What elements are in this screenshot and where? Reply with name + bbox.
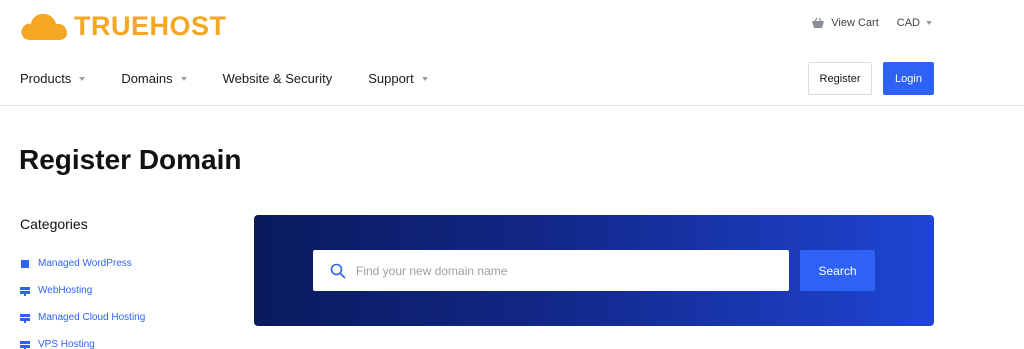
page-title: Register Domain — [19, 144, 242, 175]
category-label: Managed WordPress — [38, 258, 132, 269]
category-item-managed-wordpress[interactable]: Managed WordPress — [20, 250, 145, 277]
top-header: TRUEHOST View Cart CAD Products Domains … — [0, 0, 1024, 106]
category-label: Managed Cloud Hosting — [38, 312, 146, 323]
nav-item-website-security[interactable]: Website & Security — [223, 71, 333, 86]
nav-item-domains[interactable]: Domains — [121, 71, 187, 86]
nav-item-label: Support — [368, 71, 414, 86]
nav-item-label: Website & Security — [222, 71, 333, 86]
category-label: WebHosting — [38, 285, 93, 296]
brand-logo[interactable]: TRUEHOST — [19, 8, 227, 44]
main-nav: Products Domains Website & Security Supp… — [20, 71, 464, 86]
categories-list: Managed WordPress WebHosting Managed Clo… — [20, 250, 145, 349]
domain-search-panel: Search — [254, 215, 934, 326]
login-button[interactable]: Login — [883, 62, 934, 95]
register-button[interactable]: Register — [808, 62, 872, 95]
search-button[interactable]: Search — [800, 250, 875, 291]
currency-selector[interactable]: CAD — [897, 17, 932, 29]
server-icon — [20, 313, 30, 323]
chevron-down-icon — [926, 21, 932, 25]
box-icon — [20, 259, 30, 269]
nav-item-support[interactable]: Support — [368, 71, 428, 86]
view-cart-label: View Cart — [831, 17, 879, 29]
top-utility-bar: View Cart CAD — [811, 17, 932, 29]
category-label: VPS Hosting — [38, 339, 95, 349]
nav-item-label: Products — [20, 71, 72, 86]
server-icon — [20, 340, 30, 349]
basket-icon — [812, 17, 825, 28]
search-box — [313, 250, 789, 291]
chevron-down-icon — [180, 76, 187, 81]
category-item-vps-hosting[interactable]: VPS Hosting — [20, 331, 145, 349]
search-icon — [330, 263, 346, 278]
nav-item-products[interactable]: Products — [20, 71, 86, 86]
currency-label: CAD — [896, 17, 920, 29]
view-cart-link[interactable]: View Cart — [811, 17, 879, 29]
server-icon — [20, 286, 30, 296]
chevron-down-icon — [421, 76, 428, 81]
category-item-webhosting[interactable]: WebHosting — [20, 277, 145, 304]
chevron-down-icon — [79, 76, 86, 81]
brand-name: TRUEHOST — [74, 10, 227, 41]
nav-item-label: Domains — [121, 71, 173, 86]
cloud-icon — [21, 13, 67, 40]
domain-search-input[interactable] — [356, 263, 756, 278]
categories-heading: Categories — [20, 216, 88, 232]
category-item-managed-cloud-hosting[interactable]: Managed Cloud Hosting — [20, 304, 145, 331]
